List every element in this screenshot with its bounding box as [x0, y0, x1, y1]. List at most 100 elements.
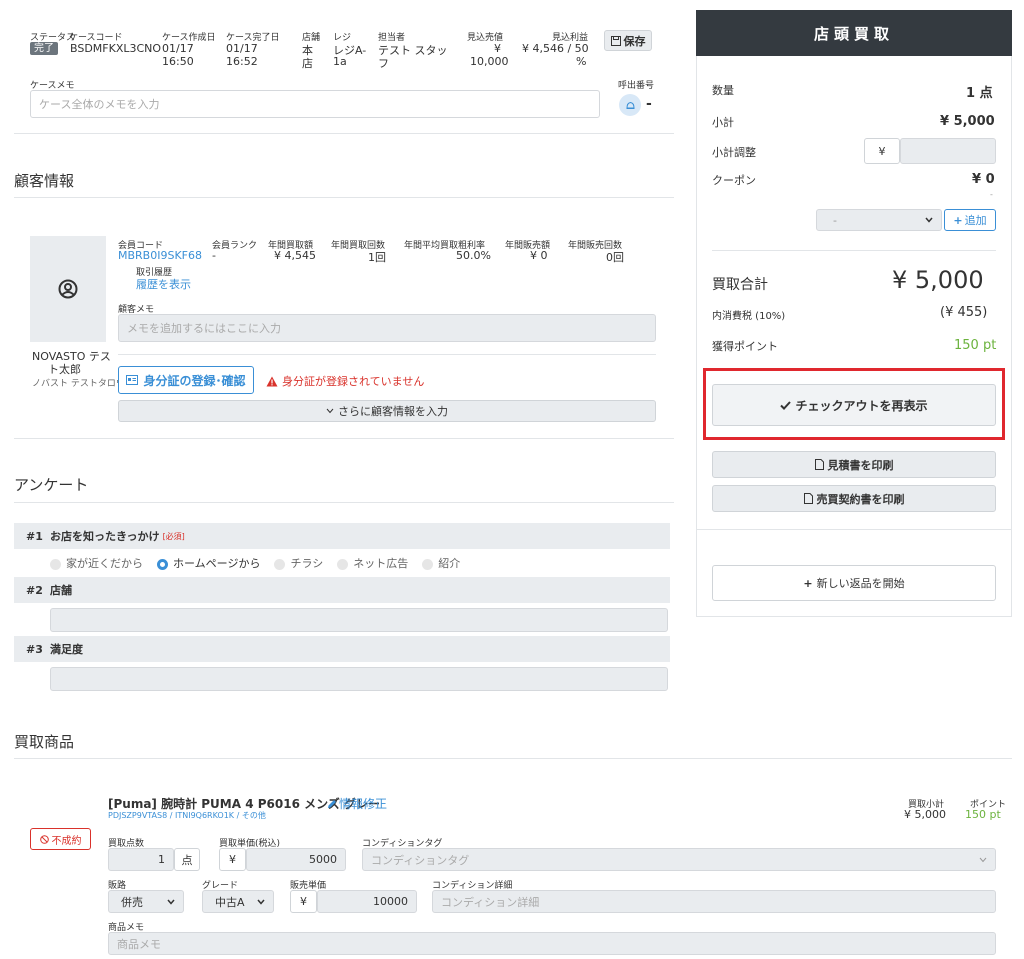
coupon-add-button[interactable]: + 追加	[944, 209, 996, 231]
customer-kana: ノバスト テストタロウ	[32, 379, 125, 389]
qty-value: 1	[158, 853, 165, 866]
yen-label: ¥	[229, 853, 236, 866]
unit-price-input[interactable]: 5000	[246, 848, 346, 871]
sale-price-value: 10000	[373, 895, 408, 908]
q1-option-label: 紹介	[438, 557, 461, 570]
status-badge: 完了	[30, 42, 58, 55]
annual-sales-count: 0回	[606, 251, 624, 264]
rank-label: 会員ランク	[212, 241, 258, 251]
save-button[interactable]: 保存	[604, 30, 652, 51]
channel-value: 併売	[121, 895, 143, 909]
edit-info-link[interactable]: 情報修正	[327, 795, 387, 812]
condition-tag-placeholder: コンディションタグ	[371, 853, 470, 867]
survey-q3-row: #3 満足度	[14, 636, 670, 662]
case-memo-placeholder: ケース全体のメモを入力	[39, 98, 160, 111]
completed-date: 01/17	[226, 42, 258, 55]
adjust-yen-label: ¥	[878, 144, 886, 158]
bell-icon	[625, 100, 636, 111]
chevron-down-icon	[167, 899, 175, 905]
qty-input[interactable]: 1	[108, 848, 174, 871]
condition-tag-select[interactable]: コンディションタグ	[362, 848, 996, 871]
condition-detail-input[interactable]: コンディション詳細	[432, 890, 996, 913]
plus-icon: +	[803, 576, 813, 590]
pencil-icon	[327, 799, 337, 809]
summary-points: 150 pt	[954, 338, 997, 353]
coupon-select[interactable]: -	[816, 209, 942, 231]
q3-input[interactable]	[50, 667, 668, 691]
history-link[interactable]: 履歴を表示	[136, 276, 191, 292]
q2-input[interactable]	[50, 608, 668, 632]
id-warning: 身分証が登録されていません	[266, 373, 424, 389]
est-sales-l2: 10,000	[470, 55, 509, 68]
ban-icon	[39, 834, 49, 844]
adjust-input[interactable]	[900, 138, 996, 164]
more-customer-info-button[interactable]: さらに顧客情報を入力	[118, 400, 656, 422]
sale-price-input[interactable]: 10000	[317, 890, 417, 913]
product-codes: PDJSZP9VTAS8 / ITNI9Q6RKO1K / その他	[108, 811, 266, 820]
customer-memo-placeholder: メモを追加するにはここに入力	[127, 322, 281, 335]
radio-icon	[422, 558, 434, 570]
chevron-down-icon	[979, 857, 987, 863]
divider	[14, 197, 674, 198]
summary-subtotal: ¥ 5,000	[940, 114, 995, 129]
print-contract-label: 売買契約書を印刷	[816, 492, 905, 506]
q1-required: [必須]	[162, 531, 185, 541]
q1-option-3[interactable]: チラシ	[274, 555, 323, 571]
divider	[14, 502, 674, 503]
customer-memo-input[interactable]: メモを追加するにはここに入力	[118, 314, 656, 342]
annual-buy-count: 1回	[368, 251, 386, 264]
item-points: 150 pt	[965, 808, 1001, 821]
q3-number: #3	[26, 642, 43, 656]
case-memo-input[interactable]: ケース全体のメモを入力	[30, 90, 600, 118]
summary-adjust-label: 小計調整	[712, 146, 756, 159]
new-return-button[interactable]: + 新しい返品を開始	[712, 565, 996, 601]
pdf-file-icon	[803, 493, 813, 504]
case-code: BSDMFKXL3CNO	[70, 42, 162, 55]
call-bell-button[interactable]	[619, 94, 641, 116]
created-date: 01/17	[162, 42, 194, 55]
print-contract-button[interactable]: 売買契約書を印刷	[712, 485, 996, 512]
member-code[interactable]: MBRB0I9SKF68	[118, 249, 202, 262]
avg-margin: 50.0%	[456, 249, 491, 262]
print-estimate-button[interactable]: 見積書を印刷	[712, 451, 996, 478]
chevron-down-icon	[326, 408, 334, 414]
summary-coupon-label: クーポン	[712, 174, 756, 187]
grade-select[interactable]: 中古A	[202, 890, 274, 913]
condition-detail-placeholder: コンディション詳細	[441, 895, 540, 909]
pdf-file-icon	[814, 459, 824, 470]
customer-section-title: 顧客情報	[14, 172, 75, 190]
items-section-title: 買取商品	[14, 733, 75, 751]
more-customer-info-label: さらに顧客情報を入力	[338, 405, 448, 418]
q1-option-5[interactable]: 紹介	[422, 555, 460, 571]
coupon-select-value: -	[833, 213, 837, 227]
item-memo-input[interactable]: 商品メモ	[108, 932, 996, 955]
grade-value: 中古A	[215, 895, 245, 909]
id-register-button[interactable]: 身分証の登録･確認	[118, 366, 254, 394]
checkout-redisplay-button[interactable]: チェックアウトを再表示	[712, 384, 996, 426]
q1-option-1[interactable]: 家が近くだから	[50, 555, 143, 571]
channel-select[interactable]: 併売	[108, 890, 184, 913]
summary-tax-label: 内消費税 (10%)	[712, 311, 786, 322]
radio-checked-icon	[157, 558, 168, 570]
coupon-dash: -	[990, 190, 993, 199]
q1-option-4[interactable]: ネット広告	[337, 555, 408, 571]
register-l2: 1a	[333, 55, 347, 68]
item-status-badge: 不成約	[30, 828, 91, 850]
radio-icon	[274, 558, 286, 570]
q2-label: 店舗	[50, 584, 72, 597]
item-subtotal: ¥ 5,000	[904, 808, 946, 821]
q1-option-label: 家が近くだから	[66, 557, 143, 570]
survey-q1-row: #1 お店を知ったきっかけ [必須]	[14, 523, 670, 549]
annual-buy: ¥ 4,545	[274, 249, 316, 262]
summary-tax: (¥ 455)	[940, 305, 988, 320]
summary-coupon: ¥ 0	[972, 172, 995, 187]
divider	[712, 250, 996, 251]
completed-time: 16:52	[226, 55, 258, 68]
summary-total-label: 買取合計	[712, 277, 768, 293]
customer-name-l2: ト太郎	[48, 363, 81, 376]
qty-unit-label: 点	[181, 853, 193, 867]
divider	[14, 758, 1012, 759]
q1-option-2[interactable]: ホームページから	[157, 555, 260, 571]
item-status-label: 不成約	[51, 835, 82, 847]
print-estimate-label: 見積書を印刷	[827, 458, 894, 472]
